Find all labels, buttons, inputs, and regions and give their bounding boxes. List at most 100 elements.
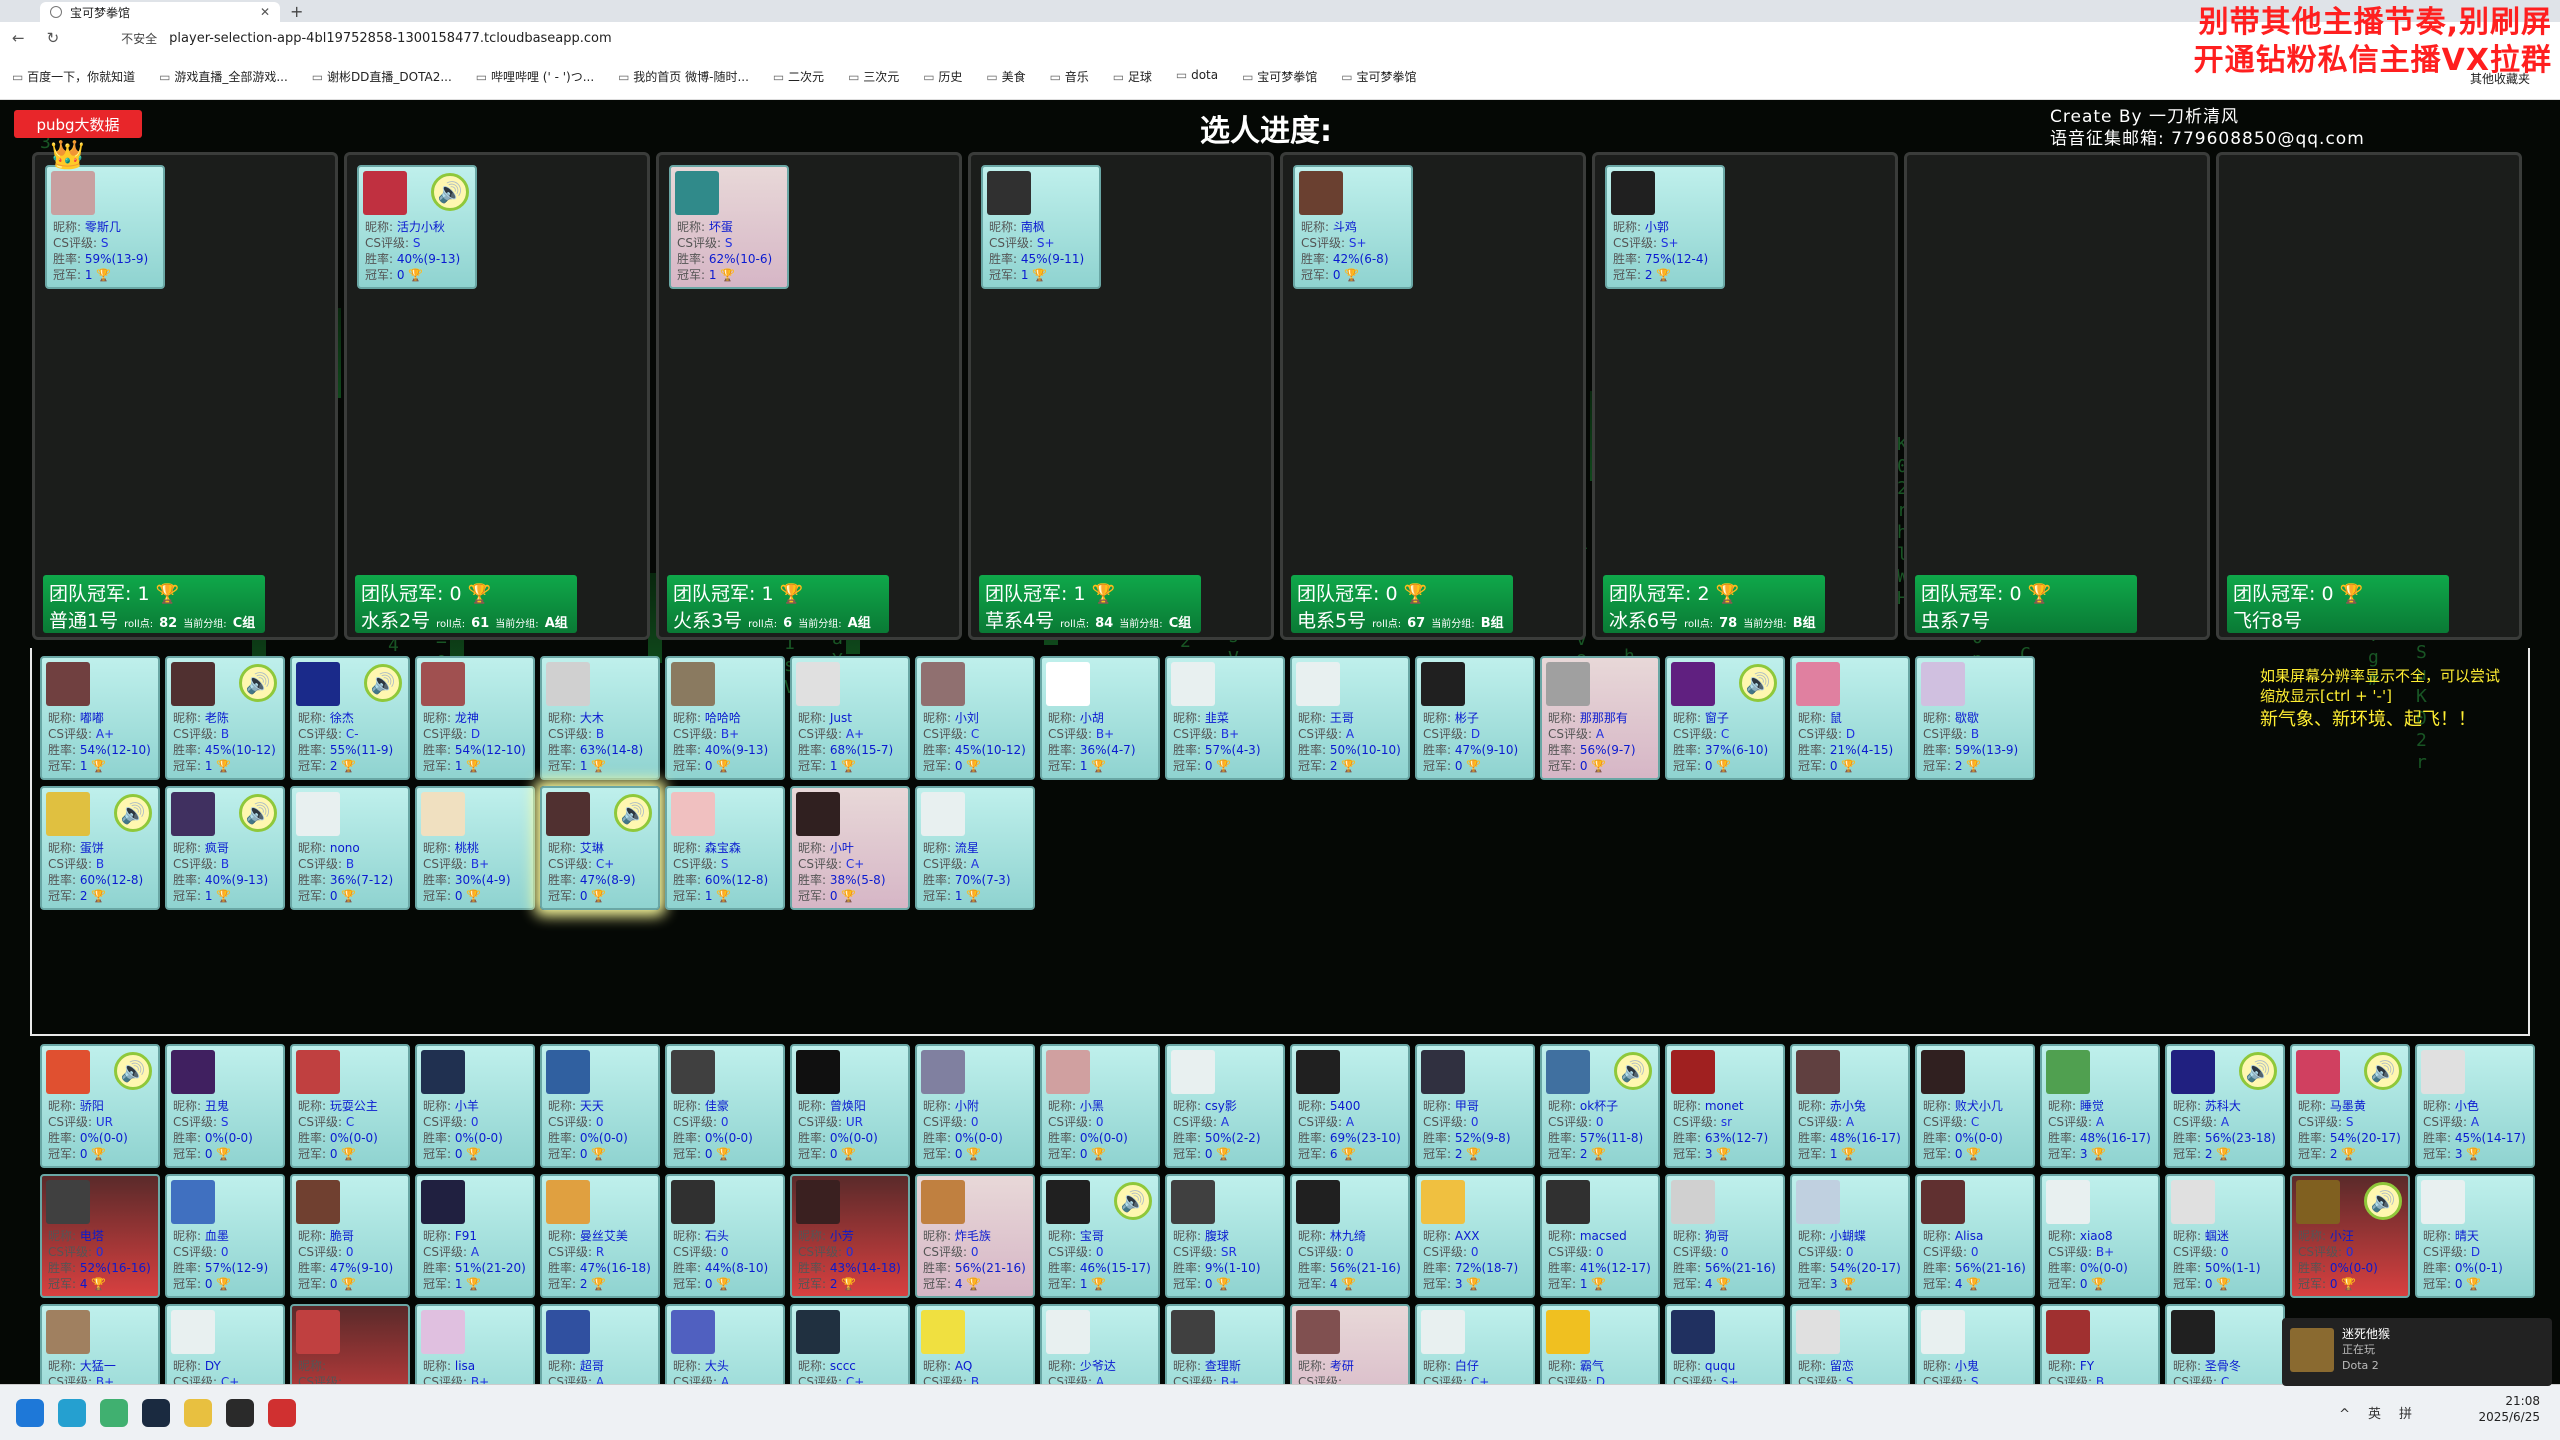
insecure-badge[interactable]: 不安全 — [121, 30, 157, 47]
player-card[interactable]: 昵称: AQCS评级: B胜率: 冠军: 🏆 — [915, 1304, 1035, 1384]
bookmark-item[interactable]: 美食 — [986, 68, 1026, 85]
ime-pinyin[interactable]: 拼 — [2399, 1407, 2430, 1422]
player-card[interactable]: 昵称: 睡觉 CS评级: A 胜率: 48%(16-17) 冠军: 3 🏆 — [2040, 1044, 2160, 1168]
speaker-icon[interactable]: 🔊 — [114, 794, 152, 832]
player-card[interactable]: 🔊 昵称: 小汪 CS评级: 0 胜率: 0%(0-0) 冠军: 0 🏆 — [2290, 1174, 2410, 1298]
player-card[interactable]: 昵称: 圣骨冬CS评级: C胜率: 冠军: 🏆 — [2165, 1304, 2285, 1384]
chevron-up-icon[interactable]: ^ — [2339, 1407, 2368, 1422]
player-card[interactable]: 🔊 昵称: 马墨黄 CS评级: S 胜率: 54%(20-17) 冠军: 2 🏆 — [2290, 1044, 2410, 1168]
bookmark-item[interactable]: 足球 — [1113, 68, 1152, 85]
player-card[interactable]: 昵称: 赤小兔 CS评级: A 胜率: 48%(16-17) 冠军: 1 🏆 — [1790, 1044, 1910, 1168]
player-card[interactable]: 🔊 昵称: 蛋饼 CS评级: B 胜率: 60%(12-8) 冠军: 2 🏆 — [40, 786, 160, 910]
player-card[interactable]: 昵称: 南枫 CS评级: S+ 胜率: 45%(9-11) 冠军: 1 🏆 — [981, 165, 1101, 289]
player-card[interactable]: 昵称: 小附 CS评级: 0 胜率: 0%(0-0) 冠军: 0 🏆 — [915, 1044, 1035, 1168]
player-card[interactable]: 昵称: DYCS评级: C+胜率: 冠军: 🏆 — [165, 1304, 285, 1384]
player-card[interactable]: 🔊 昵称: 窗子 CS评级: C 胜率: 37%(6-10) 冠军: 0 🏆 — [1665, 656, 1785, 780]
player-card[interactable]: 🔊 昵称: 疯哥 CS评级: B 胜率: 40%(9-13) 冠军: 1 🏆 — [165, 786, 285, 910]
bookmark-item[interactable]: 我的首页 微博-随时... — [618, 68, 749, 85]
bookmark-item[interactable]: 百度一下，你就知道 — [12, 68, 135, 85]
player-card[interactable]: 昵称: 玩耍公主 CS评级: C 胜率: 0%(0-0) 冠军: 0 🏆 — [290, 1044, 410, 1168]
player-card[interactable]: 昵称: 留恋CS评级: S胜率: 冠军: 🏆 — [1790, 1304, 1910, 1384]
player-card[interactable]: 昵称: Just CS评级: A+ 胜率: 68%(15-7) 冠军: 1 🏆 — [790, 656, 910, 780]
bookmark-item[interactable]: 宝可梦拳馆 — [1242, 68, 1317, 85]
bookmark-item[interactable]: 音乐 — [1050, 68, 1089, 85]
player-card[interactable]: 昵称: monet CS评级: sr 胜率: 63%(12-7) 冠军: 3 🏆 — [1665, 1044, 1785, 1168]
player-card[interactable]: 昵称: 白仔CS评级: C+胜率: 冠军: 🏆 — [1415, 1304, 1535, 1384]
player-card[interactable]: 🔊 昵称: 宝哥 CS评级: 0 胜率: 46%(15-17) 冠军: 1 🏆 — [1040, 1174, 1160, 1298]
player-card[interactable]: 昵称: 天天 CS评级: 0 胜率: 0%(0-0) 冠军: 0 🏆 — [540, 1044, 660, 1168]
player-card[interactable]: 昵称: 炸毛族 CS评级: 0 胜率: 56%(21-16) 冠军: 4 🏆 — [915, 1174, 1035, 1298]
player-card[interactable]: 昵称: 嘟嘟 CS评级: A+ 胜率: 54%(12-10) 冠军: 1 🏆 — [40, 656, 160, 780]
player-card[interactable]: 昵称: 血墨 CS评级: 0 胜率: 57%(12-9) 冠军: 0 🏆 — [165, 1174, 285, 1298]
back-icon[interactable]: ← — [12, 29, 25, 47]
tab-close-icon[interactable]: ✕ — [260, 5, 270, 19]
reload-icon[interactable]: ↻ — [47, 29, 60, 47]
speaker-icon[interactable]: 🔊 — [2364, 1182, 2402, 1220]
bookmark-item[interactable]: 二次元 — [773, 68, 824, 85]
new-tab-button[interactable]: + — [290, 2, 303, 22]
player-card[interactable]: 昵称: 小胡 CS评级: B+ 胜率: 36%(4-7) 冠军: 1 🏆 — [1040, 656, 1160, 780]
speaker-icon[interactable]: 🔊 — [614, 794, 652, 832]
player-card[interactable]: 昵称: 腹球 CS评级: SR 胜率: 9%(1-10) 冠军: 0 🏆 — [1165, 1174, 1285, 1298]
speaker-icon[interactable]: 🔊 — [2364, 1052, 2402, 1090]
player-card[interactable]: 昵称: 大头CS评级: A胜率: 冠军: 🏆 — [665, 1304, 785, 1384]
speaker-icon[interactable]: 🔊 — [239, 794, 277, 832]
bookmark-item[interactable]: 历史 — [923, 68, 962, 85]
player-card[interactable]: 昵称: ququCS评级: S+胜率: 冠军: 🏆 — [1665, 1304, 1785, 1384]
player-card[interactable]: 昵称: CS评级: 胜率: 冠军: 🏆 — [290, 1304, 410, 1384]
player-card[interactable]: 昵称: FYCS评级: B胜率: 冠军: 🏆 — [2040, 1304, 2160, 1384]
player-card[interactable]: 昵称: 歇歇 CS评级: B 胜率: 59%(13-9) 冠军: 2 🏆 — [1915, 656, 2035, 780]
pubg-data-button[interactable]: pubg大数据 — [14, 110, 142, 138]
player-card[interactable]: 昵称: 小鬼CS评级: S胜率: 冠军: 🏆 — [1915, 1304, 2035, 1384]
player-card[interactable]: 昵称: 超哥CS评级: A胜率: 冠军: 🏆 — [540, 1304, 660, 1384]
player-card[interactable]: 昵称: 鼠 CS评级: D 胜率: 21%(4-15) 冠军: 0 🏆 — [1790, 656, 1910, 780]
player-card[interactable]: 🔊 昵称: 苏科大 CS评级: A 胜率: 56%(23-18) 冠军: 2 🏆 — [2165, 1044, 2285, 1168]
player-card[interactable]: 昵称: 佳豪 CS评级: 0 胜率: 0%(0-0) 冠军: 0 🏆 — [665, 1044, 785, 1168]
player-card[interactable]: 昵称: macsed CS评级: 0 胜率: 41%(12-17) 冠军: 1 🏆 — [1540, 1174, 1660, 1298]
player-card[interactable]: 昵称: 小蝴蝶 CS评级: 0 胜率: 54%(20-17) 冠军: 3 🏆 — [1790, 1174, 1910, 1298]
player-card[interactable]: 🔊 昵称: 骄阳 CS评级: UR 胜率: 0%(0-0) 冠军: 0 🏆 — [40, 1044, 160, 1168]
player-card[interactable]: 昵称: 败犬小几 CS评级: C 胜率: 0%(0-0) 冠军: 0 🏆 — [1915, 1044, 2035, 1168]
player-card[interactable]: 昵称: 5400 CS评级: A 胜率: 69%(23-10) 冠军: 6 🏆 — [1290, 1044, 1410, 1168]
player-card[interactable]: 昵称: 霸气CS评级: D胜率: 冠军: 🏆 — [1540, 1304, 1660, 1384]
player-card[interactable]: 昵称: 小郭 CS评级: S+ 胜率: 75%(12-4) 冠军: 2 🏆 — [1605, 165, 1725, 289]
edge-icon[interactable] — [58, 1398, 86, 1427]
player-card[interactable]: 昵称: 曾焕阳 CS评级: UR 胜率: 0%(0-0) 冠军: 0 🏆 — [790, 1044, 910, 1168]
player-card[interactable]: 昵称: 考研CS评级: 胜率: 冠军: 🏆 — [1290, 1304, 1410, 1384]
player-card[interactable]: 昵称: 小羊 CS评级: 0 胜率: 0%(0-0) 冠军: 0 🏆 — [415, 1044, 535, 1168]
browser-tab[interactable]: 宝可梦拳馆 ✕ — [40, 2, 280, 22]
player-card[interactable]: 昵称: 大木 CS评级: B 胜率: 63%(14-8) 冠军: 1 🏆 — [540, 656, 660, 780]
player-card[interactable]: 昵称: 哈哈哈 CS评级: B+ 胜率: 40%(9-13) 冠军: 0 🏆 — [665, 656, 785, 780]
player-card[interactable]: 昵称: 小刘 CS评级: C 胜率: 45%(10-12) 冠军: 0 🏆 — [915, 656, 1035, 780]
player-card[interactable]: 🔊 昵称: 活力小秋 CS评级: S 胜率: 40%(9-13) 冠军: 0 🏆 — [357, 165, 477, 289]
player-card[interactable]: 昵称: 那那那有 CS评级: A 胜率: 56%(9-7) 冠军: 0 🏆 — [1540, 656, 1660, 780]
url-input[interactable]: player-selection-app-4bl19752858-1300158… — [169, 31, 612, 46]
player-card[interactable]: 昵称: 零斯几 CS评级: S 胜率: 59%(13-9) 冠军: 1 🏆 — [45, 165, 165, 289]
player-card[interactable]: 昵称: 彬子 CS评级: D 胜率: 47%(9-10) 冠军: 0 🏆 — [1415, 656, 1535, 780]
player-card[interactable]: 昵称: xiao8 CS评级: B+ 胜率: 0%(0-0) 冠军: 0 🏆 — [2040, 1174, 2160, 1298]
bookmark-item[interactable]: dota — [1176, 68, 1218, 85]
bookmark-item[interactable]: 哔哩哔哩 (' - ')つ... — [476, 68, 594, 85]
browser-icon[interactable] — [100, 1398, 128, 1427]
steam-notification[interactable]: 迷死他猴 正在玩 Dota 2 — [2282, 1318, 2552, 1386]
player-card[interactable]: 昵称: 小芳 CS评级: 0 胜率: 43%(14-18) 冠军: 2 🏆 — [790, 1174, 910, 1298]
player-card[interactable]: 🔊 昵称: 艾琳 CS评级: C+ 胜率: 47%(8-9) 冠军: 0 🏆 — [540, 786, 660, 910]
player-card[interactable]: 昵称: scccCS评级: C+胜率: 冠军: 🏆 — [790, 1304, 910, 1384]
player-card[interactable]: 昵称: F91 CS评级: A 胜率: 51%(21-20) 冠军: 1 🏆 — [415, 1174, 535, 1298]
speaker-icon[interactable]: 🔊 — [1739, 664, 1777, 702]
bookmark-item[interactable]: 游戏直播_全部游戏... — [159, 68, 287, 85]
player-card[interactable]: 昵称: 王哥 CS评级: A 胜率: 50%(10-10) 冠军: 2 🏆 — [1290, 656, 1410, 780]
app-icon[interactable] — [184, 1398, 212, 1427]
player-card[interactable]: 昵称: 小黑 CS评级: 0 胜率: 0%(0-0) 冠军: 0 🏆 — [1040, 1044, 1160, 1168]
speaker-icon[interactable]: 🔊 — [431, 173, 469, 211]
player-card[interactable]: 🔊 昵称: 徐杰 CS评级: C- 胜率: 55%(11-9) 冠军: 2 🏆 — [290, 656, 410, 780]
player-card[interactable]: 昵称: 石头 CS评级: 0 胜率: 44%(8-10) 冠军: 0 🏆 — [665, 1174, 785, 1298]
player-card[interactable]: 昵称: 森宝森 CS评级: S 胜率: 60%(12-8) 冠军: 1 🏆 — [665, 786, 785, 910]
player-card[interactable]: 昵称: 蝈迷 CS评级: 0 胜率: 50%(1-1) 冠军: 0 🏆 — [2165, 1174, 2285, 1298]
player-card[interactable]: 昵称: 电塔 CS评级: 0 胜率: 52%(16-16) 冠军: 4 🏆 — [40, 1174, 160, 1298]
player-card[interactable]: 昵称: 曼丝艾美 CS评级: R 胜率: 47%(16-18) 冠军: 2 🏆 — [540, 1174, 660, 1298]
player-card[interactable]: 昵称: 大猛一CS评级: B+胜率: 冠军: 🏆 — [40, 1304, 160, 1384]
player-card[interactable]: 昵称: 甲哥 CS评级: 0 胜率: 52%(9-8) 冠军: 2 🏆 — [1415, 1044, 1535, 1168]
app3-icon[interactable] — [268, 1398, 296, 1427]
player-card[interactable]: 昵称: 丑鬼 CS评级: S 胜率: 0%(0-0) 冠军: 0 🏆 — [165, 1044, 285, 1168]
